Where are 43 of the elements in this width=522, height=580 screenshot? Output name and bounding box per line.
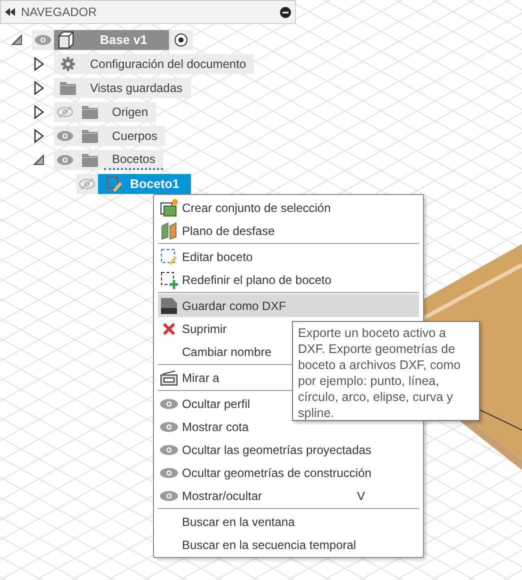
menu-item[interactable]: Redefinir el plano de boceto <box>158 268 419 291</box>
eye-icon <box>160 444 178 454</box>
collapsed-arrow-icon[interactable] <box>34 105 44 119</box>
menu-item[interactable]: Ocultar las geometrías proyectadas <box>158 438 419 461</box>
expanded-arrow-icon[interactable] <box>11 34 23 46</box>
panel-title: NAVEGADOR <box>21 4 98 21</box>
folder-icon <box>82 130 98 142</box>
active-radio-icon[interactable] <box>174 33 188 47</box>
delete-icon <box>162 322 176 336</box>
menu-item[interactable]: Editar boceto <box>158 245 419 268</box>
collapsed-arrow-icon[interactable] <box>34 129 44 143</box>
menu-item[interactable]: Buscar en la ventana <box>158 510 419 533</box>
shortcut-label: V <box>357 488 366 504</box>
redefine-plane-icon <box>160 270 178 288</box>
collapsed-arrow-icon[interactable] <box>34 81 44 95</box>
expanded-arrow-icon[interactable] <box>33 154 45 166</box>
menu-item[interactable]: Crear conjunto de selección <box>158 196 419 219</box>
selection-set-icon <box>160 198 178 216</box>
dxf-file-icon <box>160 296 178 314</box>
eye-icon <box>160 422 178 432</box>
eye-icon <box>160 398 178 408</box>
offset-plane-icon <box>160 222 178 240</box>
collapsed-arrow-icon[interactable] <box>34 57 44 71</box>
collapse-icon[interactable] <box>5 8 15 16</box>
minimize-icon[interactable] <box>280 6 291 18</box>
eye-icon[interactable] <box>35 35 51 45</box>
edit-sketch-icon <box>160 248 178 266</box>
eye-icon[interactable] <box>57 155 73 165</box>
folder-icon <box>82 154 98 166</box>
folder-icon <box>82 106 98 118</box>
gear-icon <box>61 57 75 71</box>
menu-item[interactable]: Guardar como DXF <box>158 294 419 317</box>
eye-icon[interactable] <box>57 131 73 141</box>
sketch-icon <box>106 176 122 192</box>
eye-icon <box>160 490 178 500</box>
look-at-icon <box>160 370 178 386</box>
cube-icon <box>57 31 75 49</box>
menu-item[interactable]: Ocultar geometrías de construcción <box>158 461 419 484</box>
menu-item[interactable]: Mostrar/ocultar V <box>158 484 419 507</box>
menu-item[interactable]: Plano de desfase <box>158 219 419 242</box>
eye-icon <box>160 468 178 478</box>
menu-item[interactable]: Buscar en la secuencia temporal <box>158 533 419 556</box>
folder-icon <box>60 82 76 94</box>
